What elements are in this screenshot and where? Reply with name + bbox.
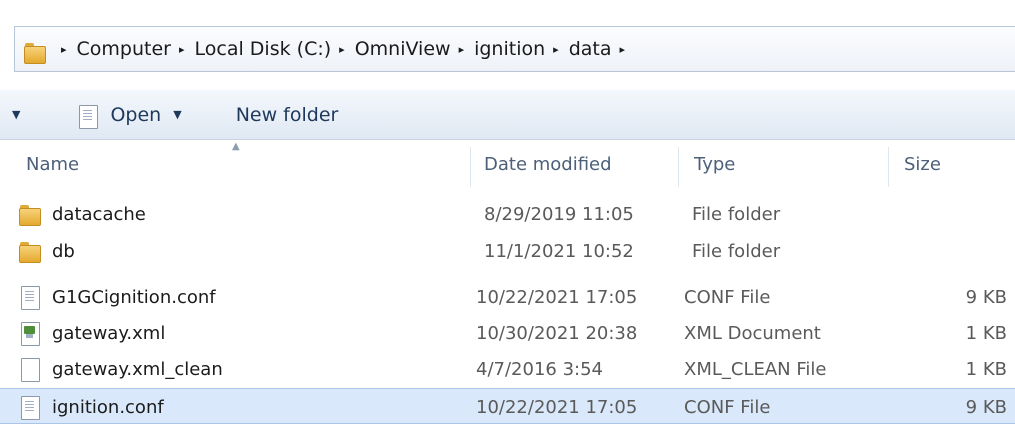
file-row-db[interactable]: db 11/1/2021 10:52 File folder xyxy=(0,233,1015,269)
file-name: G1GCignition.conf xyxy=(52,286,216,308)
file-row-g1gcignition-conf[interactable]: G1GCignition.conf 10/22/2021 17:05 CONF … xyxy=(0,279,1015,315)
column-header-date-label: Date modified xyxy=(484,153,612,175)
document-icon xyxy=(18,285,42,310)
folder-icon xyxy=(18,202,42,226)
address-bar[interactable]: ▸ Computer ▸ Local Disk (C:) ▸ OmniView … xyxy=(14,26,1015,72)
file-type: File folder xyxy=(692,203,781,225)
chevron-right-icon[interactable]: ▸ xyxy=(619,43,625,56)
column-header-type[interactable]: Type xyxy=(668,141,888,187)
chevron-right-icon[interactable]: ▸ xyxy=(553,43,559,56)
file-row-datacache[interactable]: datacache 8/29/2019 11:05 File folder xyxy=(0,196,1015,232)
chevron-right-icon[interactable]: ▸ xyxy=(459,43,465,56)
file-name-cell: gateway.xml_clean xyxy=(18,351,223,387)
column-header-size-label: Size xyxy=(904,153,941,175)
file-name-cell: gateway.xml xyxy=(18,315,165,351)
chevron-down-icon[interactable]: ▼ xyxy=(173,108,181,121)
folder-icon xyxy=(23,40,46,64)
file-size: 1 KB xyxy=(965,322,1007,344)
file-size: 9 KB xyxy=(965,286,1007,308)
chevron-right-icon[interactable]: ▸ xyxy=(179,43,185,56)
document-icon xyxy=(18,395,42,420)
file-size: 1 KB xyxy=(965,358,1007,380)
file-size xyxy=(907,233,1007,269)
breadcrumb-omniview[interactable]: OmniView xyxy=(355,38,451,60)
file-name: datacache xyxy=(52,203,146,225)
file-size: 9 KB xyxy=(965,396,1007,418)
file-name: gateway.xml xyxy=(52,322,166,344)
breadcrumb-data[interactable]: data xyxy=(569,38,612,60)
chevron-right-icon[interactable]: ▸ xyxy=(61,43,67,56)
file-name-cell: G1GCignition.conf xyxy=(18,279,216,315)
xml-document-icon xyxy=(18,321,42,346)
file-date: 10/30/2021 20:38 xyxy=(476,322,638,344)
breadcrumb-computer[interactable]: Computer xyxy=(77,38,171,60)
file-type: CONF File xyxy=(684,286,771,308)
file-name-cell: db xyxy=(18,233,75,269)
file-name-cell: ignition.conf xyxy=(18,389,164,424)
breadcrumb-local-disk[interactable]: Local Disk (C:) xyxy=(195,38,332,60)
open-button-label: Open xyxy=(110,103,162,126)
file-type: File folder xyxy=(692,240,781,262)
file-date: 8/29/2019 11:05 xyxy=(484,203,634,225)
command-toolbar: ▼ Open ▼ New folder xyxy=(0,90,1015,140)
open-button[interactable]: Open ▼ xyxy=(76,103,182,129)
file-date: 10/22/2021 17:05 xyxy=(476,396,638,418)
file-date: 11/1/2021 10:52 xyxy=(484,240,634,262)
address-bar-area: ▸ Computer ▸ Local Disk (C:) ▸ OmniView … xyxy=(0,0,1015,90)
open-file-icon xyxy=(76,104,102,129)
file-type: XML Document xyxy=(684,322,821,344)
file-date: 4/7/2016 3:54 xyxy=(476,358,603,380)
column-header-name-label: Name xyxy=(26,153,80,175)
file-row-gateway-xml[interactable]: gateway.xml 10/30/2021 20:38 XML Documen… xyxy=(0,315,1015,351)
column-headers: ▲ Name Date modified Type Size xyxy=(0,141,1015,187)
file-type: XML_CLEAN File xyxy=(684,358,827,380)
file-row-ignition-conf[interactable]: ignition.conf 10/22/2021 17:05 CONF File… xyxy=(0,388,1015,424)
folder-icon xyxy=(18,239,42,263)
column-header-size[interactable]: Size xyxy=(878,141,1015,187)
file-name: gateway.xml_clean xyxy=(52,358,223,380)
breadcrumb: ▸ Computer ▸ Local Disk (C:) ▸ OmniView … xyxy=(53,38,635,60)
column-header-type-label: Type xyxy=(694,153,736,175)
file-name: ignition.conf xyxy=(52,396,164,418)
breadcrumb-ignition[interactable]: ignition xyxy=(474,38,545,60)
file-date: 10/22/2021 17:05 xyxy=(476,286,638,308)
blank-file-icon xyxy=(18,357,42,382)
organize-dropdown-icon[interactable]: ▼ xyxy=(12,108,20,121)
new-folder-button[interactable]: New folder xyxy=(236,104,339,126)
chevron-right-icon[interactable]: ▸ xyxy=(339,43,345,56)
column-header-date[interactable]: Date modified xyxy=(458,141,678,187)
file-row-gateway-xml-clean[interactable]: gateway.xml_clean 4/7/2016 3:54 XML_CLEA… xyxy=(0,351,1015,387)
column-header-name[interactable]: Name xyxy=(0,141,470,187)
file-name-cell: datacache xyxy=(18,196,146,232)
file-size xyxy=(907,196,1007,232)
file-name: db xyxy=(52,240,75,262)
file-type: CONF File xyxy=(684,396,771,418)
